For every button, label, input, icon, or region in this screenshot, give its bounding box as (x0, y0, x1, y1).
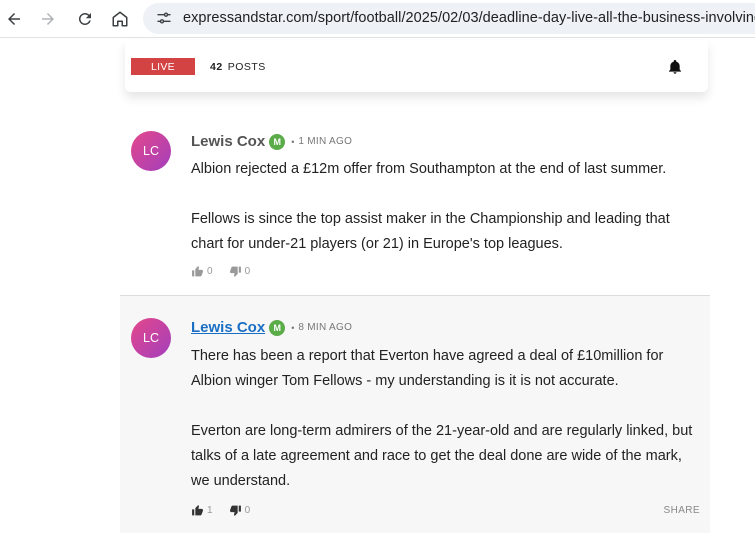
post-meta: Lewis Cox M • 8 MIN AGO (191, 319, 352, 336)
bell-icon[interactable] (667, 59, 683, 75)
thumbs-down-icon (229, 505, 241, 516)
post-paragraph: Albion rejected a £12m offer from Southa… (191, 161, 667, 177)
post-timestamp: 1 MIN AGO (298, 136, 353, 147)
post-paragraph: There has been a report that Everton hav… (191, 348, 664, 389)
thumbs-up-icon (192, 266, 203, 277)
like-button[interactable]: 0 (191, 265, 213, 278)
like-count: 1 (207, 505, 213, 516)
post-paragraph: Everton are long-term admirers of the 21… (191, 423, 693, 489)
post-count-number: 42 (210, 61, 223, 73)
url-text[interactable]: expressandstar.com/sport/football/2025/0… (183, 10, 755, 26)
avatar: LC (131, 318, 171, 358)
reactions: 1 0 (191, 504, 266, 517)
home-button[interactable] (107, 6, 133, 32)
back-button[interactable] (1, 6, 27, 32)
site-info-icon[interactable] (155, 9, 173, 27)
like-button[interactable]: 1 (191, 504, 213, 517)
arrow-right-icon (42, 13, 54, 25)
forward-button[interactable] (35, 6, 61, 32)
post-body: There has been a report that Everton hav… (191, 344, 701, 494)
post-meta: Lewis Cox M • 1 MIN AGO (191, 133, 352, 150)
reactions: 0 0 (191, 265, 266, 278)
like-count: 0 (207, 266, 213, 277)
live-header: LIVE 42 POSTS (125, 40, 708, 92)
post-timestamp: 8 MIN AGO (298, 322, 353, 333)
reload-icon (78, 12, 91, 25)
post-count-label: POSTS (227, 61, 266, 73)
dislike-button[interactable]: 0 (229, 265, 251, 278)
dislike-count: 0 (244, 266, 251, 277)
address-bar[interactable]: expressandstar.com/sport/football/2025/0… (143, 3, 755, 34)
post-count: 42 POSTS (210, 61, 266, 73)
meta-separator: • (291, 322, 295, 333)
author-name: Lewis Cox (191, 133, 266, 150)
browser-toolbar: expressandstar.com/sport/football/2025/0… (0, 0, 755, 38)
author-badge: M (269, 319, 286, 336)
post-paragraph: Fellows is since the top assist maker in… (191, 211, 670, 252)
dislike-button[interactable]: 0 (229, 504, 251, 517)
share-button[interactable]: SHARE (664, 505, 700, 516)
live-badge: LIVE (131, 58, 195, 75)
author-link[interactable]: Lewis Cox (191, 319, 265, 336)
home-icon (112, 11, 128, 27)
arrow-left-icon (8, 13, 20, 25)
thumbs-up-icon (192, 505, 203, 516)
avatar: LC (131, 131, 171, 171)
meta-separator: • (291, 136, 295, 147)
live-post: LC Lewis Cox M • 1 MIN AGO Albion reject… (120, 110, 710, 296)
dislike-count: 0 (244, 505, 251, 516)
post-body: Albion rejected a £12m offer from Southa… (191, 157, 701, 257)
reload-button[interactable] (72, 6, 98, 32)
author-badge: M (269, 133, 286, 150)
thumbs-down-icon (229, 266, 241, 277)
live-post: LC Lewis Cox M • 8 MIN AGO There has bee… (120, 296, 710, 533)
